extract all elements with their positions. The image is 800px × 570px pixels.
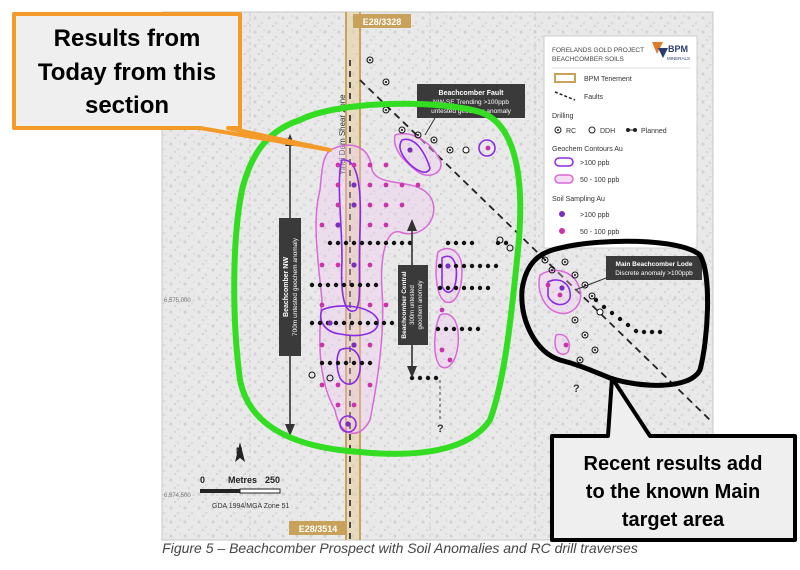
legend-soil-heading: Soil Sampling Au bbox=[552, 196, 605, 203]
traverse-2 bbox=[309, 282, 379, 288]
legend-rc-label: RC bbox=[566, 128, 576, 135]
callout-today-line3: section bbox=[85, 92, 169, 119]
scale-end: 250 bbox=[265, 475, 280, 485]
figure-caption: Figure 5 – Beachcomber Prospect with Soi… bbox=[162, 540, 638, 556]
bpm-logo-subtext: MINERALS bbox=[667, 56, 690, 61]
legend-faults-label: Faults bbox=[584, 94, 604, 101]
legend-contour-mid-swatch bbox=[554, 174, 574, 184]
legend: FORELANDS GOLD PROJECT BEACHCOMBER SOILS… bbox=[543, 35, 698, 249]
tenement-top-label: E28/3328 bbox=[363, 17, 402, 27]
central-label-line2: 300m untested bbox=[410, 285, 416, 325]
nw-label-line1: Beachcomber NW bbox=[283, 257, 290, 317]
northing-label: 6,575,000 bbox=[164, 298, 191, 304]
scale-unit: Metres bbox=[228, 475, 257, 485]
legend-ddh-icon bbox=[588, 126, 596, 134]
legend-title-line1: FORELANDS GOLD PROJECT bbox=[552, 47, 644, 54]
scale-bar-segment bbox=[239, 488, 281, 494]
callout-recent-line1: Recent results add bbox=[584, 453, 763, 475]
legend-contour-high-label: >100 ppb bbox=[580, 160, 609, 167]
legend-soil-high-label: >100 ppb bbox=[580, 212, 609, 219]
nw-label-line2: 700m untested geochem anomaly bbox=[292, 237, 299, 336]
northing-label-bottom: 6,574,500 bbox=[164, 493, 191, 499]
question-mark-2: ? bbox=[573, 383, 580, 395]
north-letter: N bbox=[236, 446, 243, 456]
tenement-bottom-label: E28/3514 bbox=[299, 524, 338, 534]
bpm-logo-text: BPM bbox=[668, 44, 688, 54]
central-label-line1: Beachcomber Central bbox=[401, 271, 408, 338]
legend-tenement-label: BPM Tenement bbox=[584, 76, 632, 83]
legend-soil-high-icon bbox=[559, 211, 565, 217]
beachcomber-map-figure: Yindi Dam Shear Zone E28/3328 E28/3514 6… bbox=[12, 11, 797, 542]
legend-title-line2: BEACHCOMBER SOILS bbox=[552, 56, 625, 63]
callout-today-line1: Results from bbox=[54, 25, 201, 52]
legend-soil-mid-label: 50 - 100 ppb bbox=[580, 229, 619, 236]
question-mark-1: ? bbox=[437, 423, 444, 435]
contour-central-b bbox=[434, 313, 460, 369]
legend-soil-mid-icon bbox=[559, 228, 565, 234]
legend-planned-label: Planned bbox=[641, 128, 667, 135]
legend-contours-heading: Geochem Contours Au bbox=[552, 146, 623, 153]
fault-label-line1: Beachcomber Fault bbox=[439, 90, 505, 97]
scale-datum: GDA 1994/MGA Zone 51 bbox=[212, 503, 290, 510]
callout-today-line2: Today from this bbox=[38, 59, 216, 86]
legend-contour-mid-label: 50 - 100 ppb bbox=[580, 177, 619, 184]
callout-recent-line3: target area bbox=[622, 509, 725, 531]
scale-start: 0 bbox=[200, 475, 205, 485]
figure: Yindi Dam Shear Zone E28/3328 E28/3514 6… bbox=[0, 0, 800, 565]
legend-drilling-heading: Drilling bbox=[552, 113, 574, 120]
central-label-line3: geochem anomaly bbox=[418, 280, 424, 329]
legend-ddh-label: DDH bbox=[600, 128, 615, 135]
callout-recent-line2: to the known Main bbox=[586, 481, 760, 503]
main-lode-label-line1: Main Beachcomber Lode bbox=[616, 261, 693, 268]
main-lode-label-line2: Discrete anomaly >100ppb bbox=[615, 270, 693, 277]
